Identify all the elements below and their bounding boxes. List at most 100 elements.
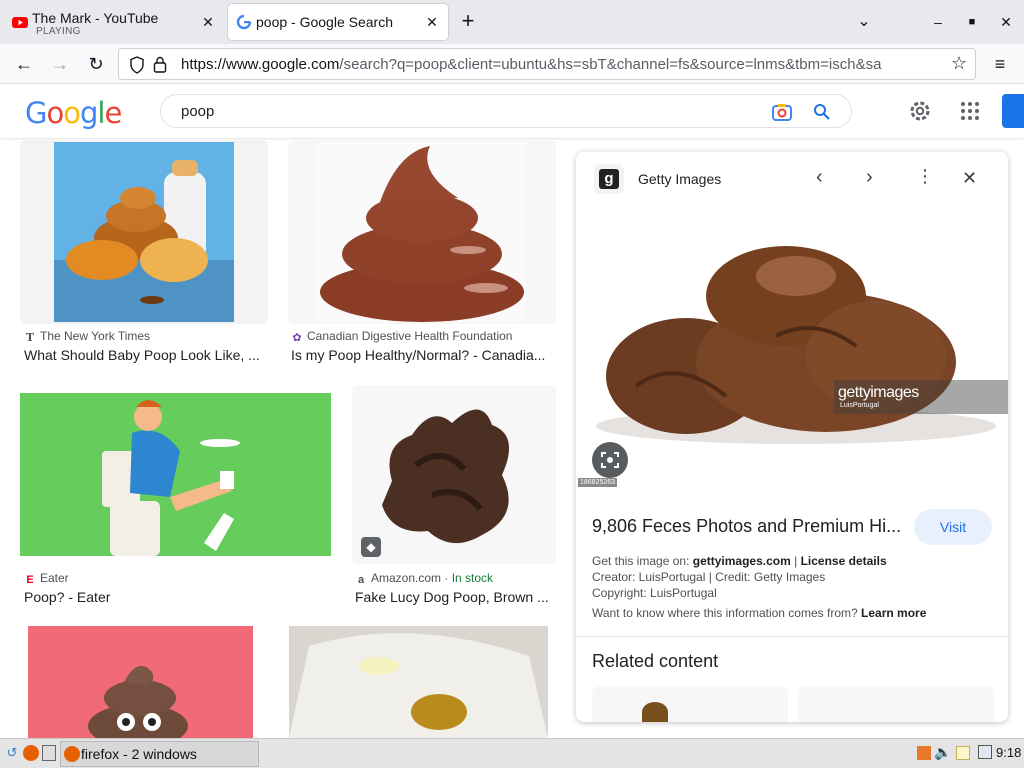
network-icon[interactable] [978,745,992,759]
firefox-icon [64,746,80,762]
close-window-button[interactable]: ✕ [996,12,1016,32]
result-thumbnail[interactable] [28,626,253,738]
in-stock-label: In stock [451,571,494,585]
close-tab-icon[interactable]: ✕ [424,14,440,30]
tab-title: The Mark - YouTube [32,10,159,26]
result-thumbnail[interactable]: ◆ [352,385,556,564]
visit-button[interactable]: Visit [914,509,992,545]
logo-letter: o [46,96,64,130]
result-thumbnail[interactable] [20,140,268,324]
baby-poop-cartoon-image [54,142,234,322]
result-source[interactable]: ✿ Canadian Digestive Health Foundation [291,329,512,344]
related-thumbnail[interactable] [592,686,788,722]
tab-youtube[interactable]: The Mark - YouTube PLAYING ✕ [4,4,224,40]
feces-photo-image [576,206,1008,494]
result-thumbnail[interactable] [20,393,331,556]
fake-dog-poop-image [352,385,556,564]
google-header: Google poop [0,84,1024,138]
creator-credit: Creator: LuisPortugal | Credit: Getty Im… [592,570,826,584]
image-preview-panel: g Getty Images ‹ › ⋮ ✕ gettyimages LuisP… [576,152,1008,722]
file-manager-icon[interactable] [42,745,56,761]
logo-letter: g [79,96,98,130]
result-source[interactable]: T The New York Times [24,329,150,344]
google-logo[interactable]: Google [25,96,122,130]
logo-letter: G [25,96,48,130]
shield-icon[interactable] [129,56,145,74]
result-caption[interactable]: Is my Poop Healthy/Normal? - Canadia... [291,347,553,363]
result-caption[interactable]: Poop? - Eater [24,589,324,605]
new-tab-button[interactable]: + [456,10,480,34]
toilet-illustration-image [20,393,331,556]
tab-playing-label: PLAYING [36,26,81,37]
lock-icon[interactable] [153,56,167,73]
clock: 9:18 [996,745,1022,760]
cdhf-logo-icon: ✿ [292,332,302,344]
watermark-credit: LuisPortugal [840,402,879,409]
getty-watermark: gettyimages [838,384,919,401]
tray-app-icon[interactable] [917,746,931,760]
list-tabs-chevron-icon[interactable]: ⌄ [854,12,874,32]
url-path: /search?q=poop&client=ubuntu&hs=sbT&chan… [339,56,882,73]
copyright-line: Copyright: LuisPortugal [592,586,717,600]
camera-lens-icon[interactable] [771,102,793,122]
search-icon[interactable] [813,103,831,121]
back-button[interactable]: ← [12,52,36,76]
learn-more-link[interactable]: Learn more [861,606,926,620]
address-bar[interactable]: https://www.google.com/search?q=poop&cli… [118,48,976,80]
nyt-logo-icon: T [25,331,35,344]
taskbar-window-button[interactable]: firefox - 2 windows [60,741,259,767]
close-panel-button[interactable]: ✕ [962,168,977,189]
source-name: Amazon.com [371,571,442,585]
maximize-button[interactable]: ■ [962,12,982,32]
source-name: Eater [40,571,69,585]
close-tab-icon[interactable]: ✕ [200,14,216,30]
panel-image-title[interactable]: 9,806 Feces Photos and Premium Hi... [592,516,901,537]
reload-button[interactable]: ↻ [84,52,108,76]
source-name: Canadian Digestive Health Foundation [307,329,513,343]
clipboard-icon[interactable] [956,746,970,760]
start-menu-icon[interactable]: ↺ [4,745,20,761]
get-image-line: Get this image on: gettyimages.com | Lic… [592,554,887,568]
related-thumbnail[interactable] [798,686,994,722]
result-source[interactable]: E Eater [24,571,69,586]
license-details-link[interactable]: License details [801,554,887,568]
logo-letter: e [104,96,122,130]
image-id-label: 186825263 [578,478,618,487]
url-host: https://www.google.com [181,56,340,73]
result-caption[interactable]: Fake Lucy Dog Poop, Brown ... [355,589,555,605]
tab-title: poop - Google Search [256,14,393,30]
search-input[interactable]: poop [181,103,214,120]
info-question: Want to know where this information come… [592,606,858,620]
lens-search-button[interactable] [592,442,628,478]
preview-image[interactable]: gettyimages LuisPortugal 186825263 [576,206,1008,494]
result-thumbnail[interactable] [288,140,556,324]
system-taskbar: ↺ firefox - 2 windows 🔈 9:18 [0,738,1024,768]
lens-icon [601,452,619,468]
taskbar-window-label: firefox - 2 windows [81,746,197,762]
sign-in-button[interactable] [1002,94,1024,128]
search-box[interactable]: poop [160,94,852,128]
tab-google-search[interactable]: poop - Google Search ✕ [228,4,448,40]
info-source-line: Want to know where this information come… [592,606,926,620]
bookmark-star-icon[interactable]: ☆ [951,53,967,74]
result-thumbnail[interactable] [289,626,548,738]
firefox-launcher-icon[interactable] [23,745,39,761]
url-text[interactable]: https://www.google.com/search?q=poop&cli… [181,56,941,73]
forward-button[interactable]: → [48,52,72,76]
panel-site-name[interactable]: Getty Images [638,171,721,187]
minimize-button[interactable]: ‒ [928,12,948,32]
result-source[interactable]: a Amazon.com · In stock [355,571,493,586]
app-menu-icon[interactable]: ≡ [988,52,1012,76]
result-caption[interactable]: What Should Baby Poop Look Like, ... [24,347,268,363]
logo-letter: o [63,96,81,130]
google-g-icon [236,14,252,30]
google-apps-icon[interactable] [960,101,980,121]
more-options-icon[interactable]: ⋮ [916,166,934,187]
amazon-logo-icon: a [357,574,365,586]
poop-emoji-toy-image [28,626,253,738]
next-image-button[interactable]: › [866,166,873,189]
volume-icon[interactable]: 🔈 [934,744,951,761]
settings-gear-icon[interactable] [908,99,932,123]
previous-image-button[interactable]: ‹ [816,166,823,189]
get-image-site-link[interactable]: gettyimages.com [693,554,791,568]
